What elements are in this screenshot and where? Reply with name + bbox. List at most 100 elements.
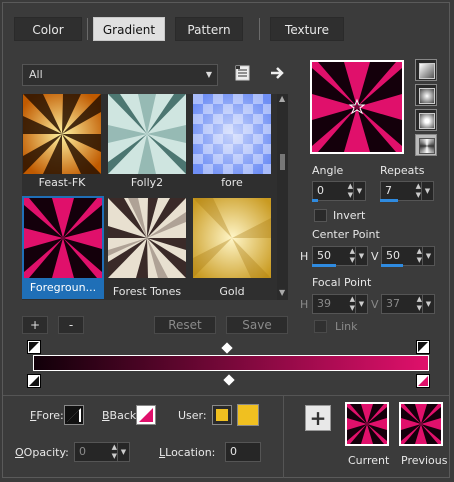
gradient-preview bbox=[108, 198, 186, 278]
tab-pattern[interactable]: Pattern bbox=[175, 17, 243, 41]
gradient-thumb-foreground-selected[interactable]: Foregroun... bbox=[22, 196, 104, 299]
focal-h-value: 39 bbox=[317, 297, 331, 310]
invert-checkbox[interactable] bbox=[314, 209, 327, 222]
back-label: BBack: bbox=[102, 409, 140, 422]
location-label: LLocation: bbox=[159, 446, 216, 459]
linear-style-button[interactable] bbox=[415, 59, 437, 81]
current-label: Current bbox=[348, 454, 390, 467]
gradient-editor-bar[interactable] bbox=[33, 355, 429, 371]
current-gradient-preview bbox=[347, 404, 387, 444]
gradient-thumb-folly2[interactable]: Folly2 bbox=[108, 94, 186, 189]
center-v-value: 50 bbox=[386, 249, 400, 262]
angle-label: Angle bbox=[312, 164, 344, 177]
gradient-thumb-label: Gold bbox=[219, 285, 245, 298]
focal-v-spinbox[interactable]: 37 ▲ ▼ ▼ bbox=[381, 294, 435, 314]
opacity-spinbox[interactable]: 0 ▲ ▼ ▼ bbox=[74, 442, 130, 462]
center-v-spinbox[interactable]: 50 ▲ ▼ ▼ bbox=[381, 246, 435, 266]
gradient-thumb-label: fore bbox=[221, 176, 243, 189]
opacity-value: 0 bbox=[79, 445, 86, 458]
gradient-thumb-gold[interactable]: Gold bbox=[193, 198, 271, 298]
color-stop-end[interactable] bbox=[416, 374, 430, 388]
repeats-slider-bar[interactable] bbox=[380, 199, 398, 202]
gradient-preview-large bbox=[312, 62, 402, 152]
gradient-preview bbox=[193, 198, 271, 278]
repeats-label: Repeats bbox=[380, 164, 425, 177]
tab-texture[interactable]: Texture bbox=[270, 17, 344, 41]
fore-swatch[interactable] bbox=[64, 405, 84, 425]
arrow-right-icon[interactable] bbox=[268, 64, 286, 82]
color-stop-start[interactable] bbox=[27, 374, 41, 388]
gradient-thumb-label: Feast-FK bbox=[38, 176, 86, 189]
remove-gradient-button[interactable]: - bbox=[58, 316, 84, 334]
tab-gradient[interactable]: Gradient bbox=[93, 17, 165, 41]
user-swatch[interactable] bbox=[237, 404, 259, 426]
rectangular-style-button[interactable] bbox=[415, 84, 437, 106]
focal-h-spinbox[interactable]: 39 ▲ ▼ ▼ bbox=[312, 294, 368, 314]
opacity-stop-start[interactable] bbox=[27, 340, 41, 354]
location-value: 0 bbox=[230, 445, 237, 458]
chevron-down-icon[interactable]: ▼ bbox=[355, 295, 367, 313]
chevron-down-icon[interactable]: ▼ bbox=[421, 182, 433, 200]
angle-value: 0 bbox=[317, 184, 324, 197]
gradient-preview bbox=[23, 94, 101, 174]
gradient-preview bbox=[193, 94, 271, 174]
chevron-down-icon[interactable]: ▼ bbox=[422, 295, 434, 313]
gradient-thumb-forest-tones[interactable]: Forest Tones bbox=[108, 198, 186, 298]
chevron-down-icon[interactable]: ▼ bbox=[422, 247, 434, 265]
gradient-preview bbox=[108, 94, 186, 174]
center-h-slider-bar[interactable] bbox=[312, 264, 336, 267]
invert-label: Invert bbox=[333, 209, 366, 222]
focal-v-label: V bbox=[371, 298, 379, 311]
gradient-thumb-fore[interactable]: fore bbox=[193, 94, 271, 189]
focal-h-label: H bbox=[300, 298, 309, 311]
focal-v-value: 37 bbox=[386, 297, 400, 310]
chevron-down-icon[interactable]: ▼ bbox=[117, 443, 129, 461]
repeats-spinbox[interactable]: 7 ▲ ▼ ▼ bbox=[380, 181, 434, 201]
opacity-label: OOpacity: bbox=[15, 446, 69, 459]
category-dropdown[interactable]: All ▼ bbox=[22, 64, 218, 86]
gradient-preview-frame[interactable] bbox=[310, 60, 404, 154]
divider bbox=[3, 395, 449, 396]
tab-separator bbox=[87, 18, 88, 40]
opacity-stop-end[interactable] bbox=[416, 340, 430, 354]
tab-color[interactable]: Color bbox=[14, 17, 82, 41]
add-gradient-button[interactable]: + bbox=[22, 316, 48, 334]
back-swatch[interactable] bbox=[136, 405, 156, 425]
chevron-down-icon[interactable]: ▼ bbox=[355, 247, 367, 265]
divider bbox=[283, 395, 284, 478]
location-input[interactable]: 0 bbox=[225, 442, 261, 462]
gradient-thumb-feast-fk[interactable]: Feast-FK bbox=[23, 94, 101, 189]
save-button[interactable]: Save bbox=[226, 316, 288, 334]
user-label: User: bbox=[178, 409, 207, 422]
gradient-thumb-label: Forest Tones bbox=[112, 285, 182, 298]
center-point-label: Center Point bbox=[312, 228, 380, 241]
gradient-thumb-label: Foregroun... bbox=[29, 281, 97, 294]
sunburst-style-button[interactable] bbox=[415, 109, 437, 131]
center-h-spinbox[interactable]: 50 ▲ ▼ ▼ bbox=[312, 246, 368, 266]
gradient-thumb-label: Folly2 bbox=[130, 176, 164, 189]
repeats-value: 7 bbox=[385, 184, 392, 197]
gradient-list-scrollbar[interactable]: ▲ ▼ bbox=[277, 94, 288, 300]
reset-button[interactable]: Reset bbox=[154, 316, 216, 334]
tab-separator bbox=[259, 18, 260, 40]
scroll-down-icon[interactable]: ▼ bbox=[279, 288, 285, 297]
chevron-down-icon[interactable]: ▼ bbox=[353, 182, 365, 200]
scroll-up-icon[interactable]: ▲ bbox=[279, 94, 285, 103]
link-checkbox[interactable] bbox=[314, 320, 327, 333]
gradient-preview bbox=[24, 198, 102, 278]
library-icon[interactable] bbox=[234, 64, 252, 82]
center-v-slider-bar[interactable] bbox=[381, 264, 403, 267]
user-swatch-small[interactable] bbox=[212, 405, 232, 425]
fore-label: FFore: bbox=[30, 409, 64, 422]
previous-label: Previous bbox=[401, 454, 448, 467]
link-label: Link bbox=[335, 320, 358, 333]
radial-style-button[interactable] bbox=[415, 134, 437, 156]
chevron-down-icon: ▼ bbox=[205, 70, 212, 79]
scrollbar-thumb[interactable] bbox=[280, 154, 285, 170]
current-swatch[interactable] bbox=[345, 402, 389, 446]
angle-spinbox[interactable]: 0 ▲ ▼ ▼ bbox=[312, 181, 366, 201]
angle-slider-bar[interactable] bbox=[312, 199, 318, 202]
add-to-swatches-button[interactable]: + bbox=[305, 405, 331, 431]
focal-point-label: Focal Point bbox=[312, 276, 372, 289]
previous-swatch[interactable] bbox=[399, 402, 443, 446]
